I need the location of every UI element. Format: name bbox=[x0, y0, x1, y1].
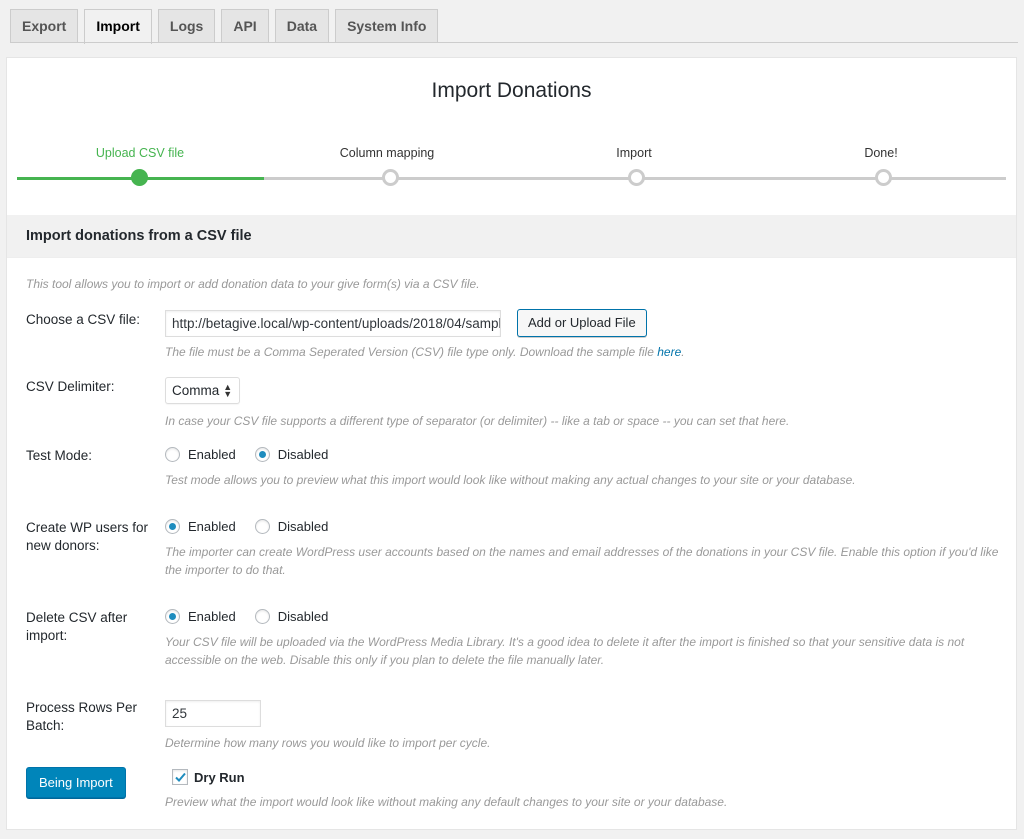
tab-bar: Export Import Logs API Data System Info bbox=[10, 9, 444, 44]
select-arrows-icon: ▲ ▼ bbox=[223, 381, 233, 399]
delete-csv-disabled-label: Disabled bbox=[277, 609, 329, 624]
import-panel: Import Donations Upload CSV file Column … bbox=[6, 57, 1017, 830]
delete-csv-label: Delete CSV after import: bbox=[26, 610, 128, 643]
tab-export[interactable]: Export bbox=[10, 9, 79, 43]
test-mode-enabled-option[interactable]: Enabled bbox=[165, 447, 236, 462]
delete-csv-radio-group: Enabled Disabled bbox=[165, 609, 347, 624]
test-mode-enabled-label: Enabled bbox=[188, 447, 236, 462]
test-mode-disabled-radio[interactable] bbox=[254, 447, 270, 462]
dry-run-description: Preview what the import would look like … bbox=[165, 795, 728, 809]
test-mode-disabled-label: Disabled bbox=[277, 447, 329, 462]
csv-file-url-input[interactable]: http://betagive.local/wp-content/uploads… bbox=[165, 310, 501, 337]
step-dot-upload bbox=[131, 169, 148, 186]
delete-csv-enabled-label: Enabled bbox=[188, 609, 236, 624]
create-users-enabled-label: Enabled bbox=[188, 519, 236, 534]
step-dot-import bbox=[628, 169, 645, 186]
section-title: Import donations from a CSV file bbox=[7, 215, 1016, 258]
create-users-disabled-radio[interactable] bbox=[254, 519, 270, 534]
radio-selected-dot bbox=[169, 523, 176, 530]
dry-run-option[interactable]: Dry Run bbox=[172, 769, 245, 785]
radio-selected-dot bbox=[258, 451, 266, 458]
step-dot-done bbox=[875, 169, 892, 186]
create-users-label: Create WP users for new donors: bbox=[26, 520, 149, 553]
dry-run-label: Dry Run bbox=[194, 769, 245, 785]
tab-api[interactable]: API bbox=[221, 9, 269, 43]
test-mode-label: Test Mode: bbox=[26, 448, 93, 463]
csv-file-description: The file must be a Comma Seperated Versi… bbox=[165, 345, 685, 359]
tab-logs[interactable]: Logs bbox=[157, 9, 216, 43]
tab-system-info[interactable]: System Info bbox=[335, 9, 439, 43]
create-users-radio-group: Enabled Disabled bbox=[165, 519, 347, 534]
create-users-disabled-label: Disabled bbox=[277, 519, 329, 534]
batch-label: Process Rows Per Batch: bbox=[26, 700, 138, 733]
add-upload-file-button[interactable]: Add or Upload File bbox=[517, 309, 647, 337]
begin-import-button[interactable]: Being Import bbox=[26, 767, 126, 798]
delimiter-select[interactable]: Comma ▲ ▼ bbox=[165, 377, 240, 404]
create-users-enabled-radio[interactable] bbox=[165, 519, 180, 534]
delete-csv-enabled-radio[interactable] bbox=[165, 609, 180, 624]
tab-import[interactable]: Import bbox=[84, 9, 152, 44]
create-users-disabled-option[interactable]: Disabled bbox=[254, 519, 329, 534]
progress-steps: Upload CSV file Column mapping Import Do… bbox=[17, 58, 1006, 218]
csv-file-label: Choose a CSV file: bbox=[26, 312, 141, 327]
intro-text: This tool allows you to import or add do… bbox=[26, 277, 480, 291]
test-mode-radio-group: Enabled Disabled bbox=[165, 447, 347, 462]
create-users-enabled-option[interactable]: Enabled bbox=[165, 519, 236, 534]
batch-description: Determine how many rows you would like t… bbox=[165, 736, 491, 750]
checkmark-icon bbox=[174, 772, 186, 782]
step-label-column-mapping: Column mapping bbox=[339, 146, 435, 160]
test-mode-enabled-radio[interactable] bbox=[165, 447, 180, 462]
delete-csv-description: Your CSV file will be uploaded via the W… bbox=[165, 635, 965, 667]
step-label-import: Import bbox=[616, 146, 652, 160]
csv-file-description-text: The file must be a Comma Seperated Versi… bbox=[165, 345, 654, 359]
delete-csv-disabled-radio[interactable] bbox=[254, 609, 270, 624]
test-mode-disabled-option[interactable]: Disabled bbox=[254, 447, 329, 462]
delimiter-label: CSV Delimiter: bbox=[26, 379, 115, 394]
test-mode-description: Test mode allows you to preview what thi… bbox=[165, 473, 856, 487]
sample-file-link[interactable]: here bbox=[657, 345, 681, 359]
dry-run-checkbox[interactable] bbox=[172, 769, 188, 785]
tab-divider bbox=[10, 42, 1018, 43]
create-users-description: The importer can create WordPress user a… bbox=[165, 545, 999, 577]
delete-csv-enabled-option[interactable]: Enabled bbox=[165, 609, 236, 624]
radio-selected-dot bbox=[169, 613, 176, 620]
rows-per-batch-input[interactable]: 25 bbox=[165, 700, 261, 727]
delimiter-description: In case your CSV file supports a differe… bbox=[165, 414, 790, 428]
step-label-upload: Upload CSV file bbox=[95, 146, 185, 160]
delete-csv-disabled-option[interactable]: Disabled bbox=[254, 609, 329, 624]
step-dot-column-mapping bbox=[382, 169, 399, 186]
tab-data[interactable]: Data bbox=[274, 9, 330, 43]
delimiter-value: Comma bbox=[172, 383, 220, 398]
step-label-done: Done! bbox=[864, 146, 898, 160]
